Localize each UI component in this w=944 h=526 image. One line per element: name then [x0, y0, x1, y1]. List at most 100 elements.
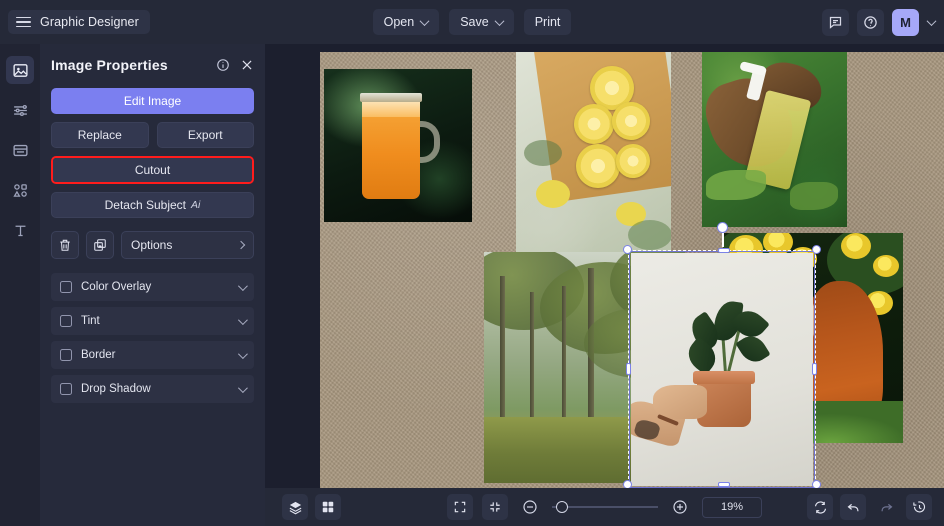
close-icon[interactable]: [240, 58, 254, 72]
chevron-down-icon: [494, 16, 504, 26]
jar-lid-shape: [360, 93, 422, 102]
chevron-down-icon: [420, 16, 430, 26]
grid-icon[interactable]: [315, 494, 341, 520]
detach-subject-button[interactable]: Detach Subject Ai: [51, 192, 254, 218]
rotate-line: [722, 233, 724, 247]
ai-badge: Ai: [191, 199, 200, 211]
resize-handle-top[interactable]: [718, 248, 730, 253]
zoom-out-icon[interactable]: [517, 494, 543, 520]
open-menu-button[interactable]: Open: [373, 9, 440, 35]
effect-border[interactable]: Border: [51, 341, 254, 369]
save-menu-button[interactable]: Save: [449, 9, 514, 35]
avatar[interactable]: M: [892, 9, 919, 36]
effect-label: Color Overlay: [81, 281, 238, 293]
help-circle-icon[interactable]: [857, 9, 884, 36]
bottombar-right: [807, 494, 932, 520]
resize-handle-bottom-left[interactable]: [623, 480, 632, 488]
collapse-icon[interactable]: [482, 494, 508, 520]
tint-checkbox[interactable]: [60, 315, 72, 327]
top-bar: Graphic Designer Open Save Print: [0, 0, 944, 44]
duplicate-icon[interactable]: [86, 231, 114, 259]
edit-image-button[interactable]: Edit Image: [51, 88, 254, 114]
leaf-shape: [628, 220, 671, 250]
page-title: Image Properties: [51, 57, 168, 73]
reset-icon[interactable]: [807, 494, 833, 520]
effects-list: Color Overlay Tint Border Drop Shadow: [51, 273, 254, 403]
resize-handle-bottom[interactable]: [718, 482, 730, 487]
resize-handle-bottom-right[interactable]: [812, 480, 821, 488]
zoom-slider-thumb[interactable]: [556, 501, 568, 513]
topbar-left: Graphic Designer: [0, 10, 150, 34]
bottombar-left: [265, 494, 341, 520]
sidebar-item-shapes-tool[interactable]: [6, 176, 34, 204]
options-label: Options: [131, 238, 172, 252]
resize-handle-top-right[interactable]: [812, 245, 821, 254]
comment-icon[interactable]: [822, 9, 849, 36]
redo-icon[interactable]: [873, 494, 899, 520]
undo-icon[interactable]: [840, 494, 866, 520]
fit-screen-icon[interactable]: [447, 494, 473, 520]
color-overlay-checkbox[interactable]: [60, 281, 72, 293]
cutout-button[interactable]: Cutout: [53, 158, 252, 182]
effect-label: Tint: [81, 315, 238, 327]
account-chevron-down-icon[interactable]: [927, 16, 937, 26]
trash-icon[interactable]: [51, 231, 79, 259]
resize-handle-left[interactable]: [626, 363, 631, 375]
chevron-down-icon[interactable]: [238, 349, 248, 359]
sidebar-item-image-tool[interactable]: [6, 56, 34, 84]
chevron-right-icon: [237, 241, 245, 249]
artboard[interactable]: [320, 52, 944, 488]
lemon-slice: [612, 102, 650, 140]
open-label: Open: [384, 15, 415, 29]
bottom-toolbar: 19%: [265, 488, 944, 526]
moss-shape: [790, 182, 838, 210]
zoom-slider[interactable]: [552, 499, 658, 515]
history-icon[interactable]: [906, 494, 932, 520]
lemon-slice: [576, 144, 620, 188]
layers-icon[interactable]: [282, 494, 308, 520]
save-label: Save: [460, 15, 489, 29]
image-properties-panel: Image Properties Edit Image Replace Expo…: [40, 44, 265, 526]
options-button[interactable]: Options: [121, 231, 254, 259]
replace-button[interactable]: Replace: [51, 122, 149, 148]
rotate-handle[interactable]: [717, 222, 728, 233]
zoom-level-input[interactable]: 19%: [702, 497, 762, 518]
effect-drop-shadow[interactable]: Drop Shadow: [51, 375, 254, 403]
zoom-in-icon[interactable]: [667, 494, 693, 520]
resize-handle-top-left[interactable]: [623, 245, 632, 254]
resize-handle-right[interactable]: [812, 363, 817, 375]
sidebar-item-text-tool[interactable]: [6, 216, 34, 244]
potted-plant-photo[interactable]: [631, 253, 813, 486]
sidebar-item-layout-tool[interactable]: [6, 136, 34, 164]
chevron-down-icon[interactable]: [238, 281, 248, 291]
lemon-slices-photo[interactable]: [516, 52, 671, 255]
tree-trunk: [562, 286, 566, 428]
tree-trunk: [530, 292, 534, 426]
chevron-down-icon[interactable]: [238, 315, 248, 325]
effect-tint[interactable]: Tint: [51, 307, 254, 335]
chevron-down-icon[interactable]: [238, 383, 248, 393]
app-root: Graphic Designer Open Save Print: [0, 0, 944, 526]
panel-header-icons: [216, 58, 254, 72]
print-button[interactable]: Print: [524, 9, 572, 35]
effect-color-overlay[interactable]: Color Overlay: [51, 273, 254, 301]
yellow-flower: [841, 233, 871, 259]
replace-export-row: Replace Export: [51, 122, 254, 148]
print-label: Print: [535, 15, 561, 29]
drop-shadow-checkbox[interactable]: [60, 383, 72, 395]
orange-juice-jar-photo[interactable]: [324, 69, 472, 222]
tool-rail: [0, 44, 40, 526]
panel-header: Image Properties: [51, 57, 254, 73]
oil-bottle-photo[interactable]: [702, 52, 847, 227]
canvas-workspace[interactable]: [265, 44, 944, 488]
export-button[interactable]: Export: [157, 122, 255, 148]
sidebar-item-adjustments-tool[interactable]: [6, 96, 34, 124]
object-tools-row: Options: [51, 231, 254, 259]
detach-subject-label: Detach Subject: [105, 198, 186, 212]
lemon-slice: [574, 104, 614, 144]
whole-lemon: [536, 180, 570, 208]
info-icon[interactable]: [216, 58, 230, 72]
jar-foam-shape: [362, 102, 420, 117]
border-checkbox[interactable]: [60, 349, 72, 361]
brand-menu-button[interactable]: Graphic Designer: [8, 10, 150, 34]
